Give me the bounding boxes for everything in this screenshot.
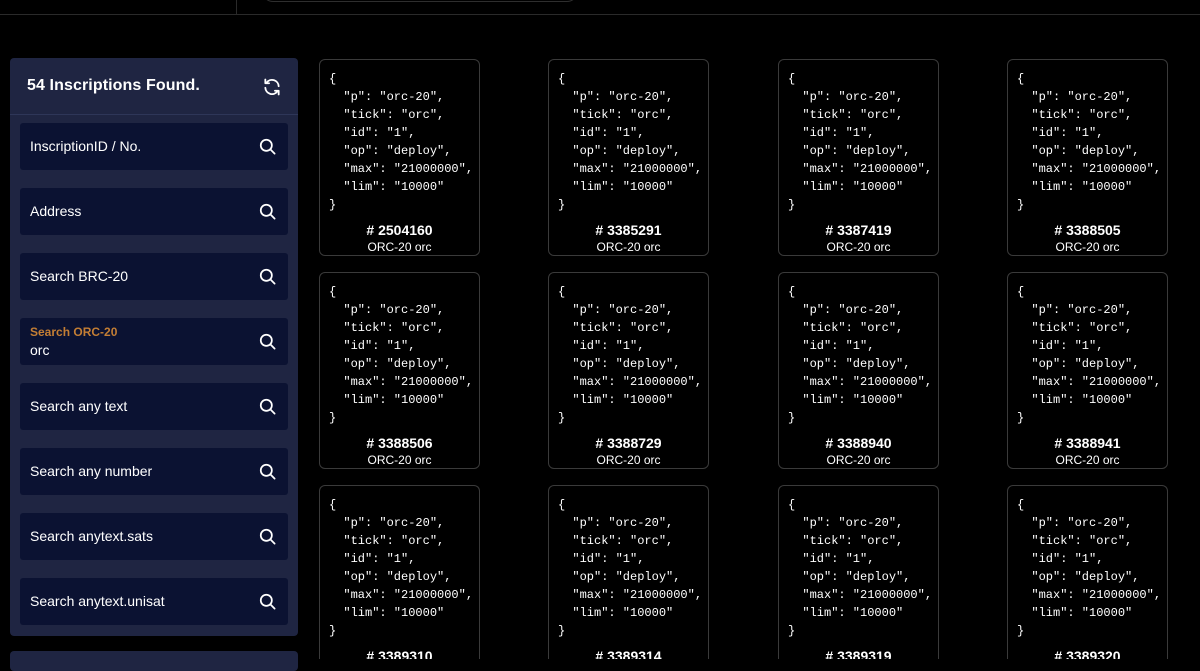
inscription-content: { "p": "orc-20", "tick": "orc", "id": "1…: [1017, 72, 1162, 212]
inscription-number: # 3389310: [366, 648, 433, 659]
inscription-type-tag: ORC-20 orc: [367, 453, 432, 467]
inscription-number: # 2504160: [366, 222, 433, 238]
inscription-card[interactable]: { "p": "orc-20", "tick": "orc", "id": "1…: [319, 272, 480, 469]
orc20-search-value[interactable]: orc: [30, 342, 49, 358]
brc20-search-field[interactable]: Search BRC-20: [20, 253, 288, 300]
inscription-number: # 3388506: [366, 435, 433, 451]
inscription-content: { "p": "orc-20", "tick": "orc", "id": "1…: [788, 285, 933, 425]
search-sidebar: 54 Inscriptions Found. InscriptionID / N…: [10, 58, 298, 636]
inscription-number: # 3387419: [825, 222, 892, 238]
inscription-card[interactable]: { "p": "orc-20", "tick": "orc", "id": "1…: [1007, 485, 1168, 659]
inscription-number: # 3388505: [1054, 222, 1121, 238]
inscription-id-field[interactable]: InscriptionID / No.: [20, 123, 288, 170]
inscription-content: { "p": "orc-20", "tick": "orc", "id": "1…: [1017, 498, 1162, 638]
inscription-type-tag: ORC-20 orc: [826, 453, 891, 467]
inscription-card[interactable]: { "p": "orc-20", "tick": "orc", "id": "1…: [778, 485, 939, 659]
unisat-search-placeholder: Search anytext.unisat: [30, 593, 165, 609]
search-icon[interactable]: [258, 267, 277, 286]
header-divider: [0, 14, 1200, 15]
header-search-bar[interactable]: [262, 0, 578, 2]
inscription-number: # 3388941: [1054, 435, 1121, 451]
inscription-card[interactable]: { "p": "orc-20", "tick": "orc", "id": "1…: [778, 59, 939, 256]
inscription-content: { "p": "orc-20", "tick": "orc", "id": "1…: [329, 285, 474, 425]
inscription-content: { "p": "orc-20", "tick": "orc", "id": "1…: [558, 285, 703, 425]
inscription-card[interactable]: { "p": "orc-20", "tick": "orc", "id": "1…: [548, 59, 709, 256]
sats-search-field[interactable]: Search anytext.sats: [20, 513, 288, 560]
search-icon[interactable]: [258, 592, 277, 611]
inscription-type-tag: ORC-20 orc: [826, 240, 891, 254]
text-search-field[interactable]: Search any text: [20, 383, 288, 430]
inscription-card[interactable]: { "p": "orc-20", "tick": "orc", "id": "1…: [548, 272, 709, 469]
inscription-content: { "p": "orc-20", "tick": "orc", "id": "1…: [558, 72, 703, 212]
sidebar-header: 54 Inscriptions Found.: [10, 58, 298, 115]
inscription-content: { "p": "orc-20", "tick": "orc", "id": "1…: [329, 72, 474, 212]
inscription-type-tag: ORC-20 orc: [1055, 240, 1120, 254]
text-search-placeholder: Search any text: [30, 398, 128, 414]
inscription-card[interactable]: { "p": "orc-20", "tick": "orc", "id": "1…: [1007, 59, 1168, 256]
inscription-card[interactable]: { "p": "orc-20", "tick": "orc", "id": "1…: [319, 485, 480, 659]
inscription-id-placeholder: InscriptionID / No.: [30, 138, 142, 154]
address-placeholder: Address: [30, 203, 82, 219]
inscription-card[interactable]: { "p": "orc-20", "tick": "orc", "id": "1…: [548, 485, 709, 659]
inscription-card[interactable]: { "p": "orc-20", "tick": "orc", "id": "1…: [319, 59, 480, 256]
inscription-number: # 3389314: [595, 648, 662, 659]
inscription-number: # 3389319: [825, 648, 892, 659]
refresh-icon[interactable]: [262, 77, 282, 97]
inscription-content: { "p": "orc-20", "tick": "orc", "id": "1…: [1017, 285, 1162, 425]
number-search-field[interactable]: Search any number: [20, 448, 288, 495]
results-count-title: 54 Inscriptions Found.: [27, 77, 200, 94]
inscription-content: { "p": "orc-20", "tick": "orc", "id": "1…: [788, 498, 933, 638]
search-icon[interactable]: [258, 462, 277, 481]
search-icon[interactable]: [258, 527, 277, 546]
inscription-type-tag: ORC-20 orc: [1055, 453, 1120, 467]
inscription-number: # 3389320: [1054, 648, 1121, 659]
orc20-search-label: Search ORC-20: [30, 325, 118, 339]
search-icon[interactable]: [258, 332, 277, 351]
inscription-number: # 3385291: [595, 222, 662, 238]
sats-search-placeholder: Search anytext.sats: [30, 528, 153, 544]
orc20-search-field[interactable]: Search ORC-20 orc: [20, 318, 288, 365]
inscription-content: { "p": "orc-20", "tick": "orc", "id": "1…: [558, 498, 703, 638]
inscription-card[interactable]: { "p": "orc-20", "tick": "orc", "id": "1…: [1007, 272, 1168, 469]
address-field[interactable]: Address: [20, 188, 288, 235]
search-icon[interactable]: [258, 137, 277, 156]
brc20-search-placeholder: Search BRC-20: [30, 268, 129, 284]
inscription-number: # 3388940: [825, 435, 892, 451]
inscription-type-tag: ORC-20 orc: [596, 453, 661, 467]
inscription-content: { "p": "orc-20", "tick": "orc", "id": "1…: [788, 72, 933, 212]
inscription-type-tag: ORC-20 orc: [596, 240, 661, 254]
search-icon[interactable]: [258, 397, 277, 416]
header-vertical-divider: [236, 0, 237, 14]
inscription-type-tag: ORC-20 orc: [367, 240, 432, 254]
inscription-content: { "p": "orc-20", "tick": "orc", "id": "1…: [329, 498, 474, 638]
unisat-search-field[interactable]: Search anytext.unisat: [20, 578, 288, 625]
secondary-panel: [10, 651, 298, 671]
inscription-card[interactable]: { "p": "orc-20", "tick": "orc", "id": "1…: [778, 272, 939, 469]
search-icon[interactable]: [258, 202, 277, 221]
inscription-number: # 3388729: [595, 435, 662, 451]
number-search-placeholder: Search any number: [30, 463, 153, 479]
